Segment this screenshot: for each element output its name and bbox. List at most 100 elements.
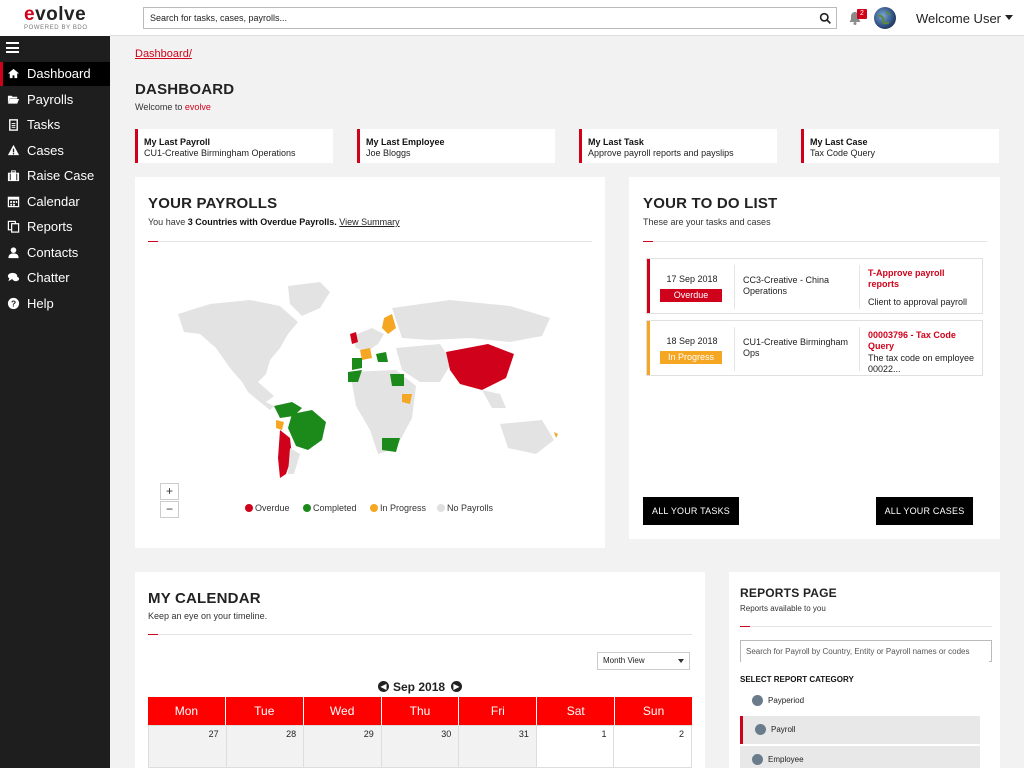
calendar-subtitle: Keep an eye on your timeline. [148, 611, 268, 621]
folder-open-icon [7, 93, 20, 106]
divider [740, 626, 992, 627]
next-month-icon[interactable]: ▶ [451, 681, 462, 692]
map-region[interactable] [288, 282, 330, 316]
evolve-logo[interactable]: evolve POWERED BY BDO [0, 0, 110, 36]
weekday-label: Mon [148, 697, 226, 725]
map-region[interactable] [392, 300, 550, 342]
chevron-down-icon [678, 659, 684, 663]
sidebar-item-label: Calendar [27, 193, 80, 209]
map-region[interactable] [482, 390, 506, 408]
calendar-day[interactable]: 2 [614, 725, 693, 768]
todo-description: Client to approval payroll [868, 297, 968, 307]
report-category-item[interactable]: Payroll [740, 716, 980, 744]
sidebar-item-calendar[interactable]: Calendar [0, 190, 110, 214]
report-category-item[interactable]: Employee [740, 746, 980, 768]
todo-date: 17 Sep 2018 [666, 274, 718, 284]
map-region[interactable] [500, 420, 554, 454]
all-cases-button[interactable]: ALL YOUR CASES [876, 497, 973, 525]
sidebar-item-tasks[interactable]: Tasks [0, 113, 110, 137]
divider [643, 241, 987, 242]
sidebar-item-chatter[interactable]: Chatter [0, 266, 110, 290]
user-menu[interactable]: Welcome User [916, 11, 1001, 26]
calendar-day[interactable]: 31 [459, 725, 537, 768]
accent-line [148, 634, 158, 635]
quick-link-last-employee[interactable]: My Last Employee Joe Bloggs [357, 129, 555, 163]
map-region-in-progress[interactable] [382, 314, 396, 334]
view-summary-link[interactable]: View Summary [339, 217, 399, 227]
todo-task-link[interactable]: T-Approve payroll reports [868, 268, 978, 290]
sidebar-item-label: Cases [27, 142, 64, 158]
divider [148, 634, 692, 635]
quick-link-value: Tax Code Query [810, 148, 876, 158]
sidebar-item-contacts[interactable]: Contacts [0, 241, 110, 265]
clipboard-icon [7, 118, 20, 131]
report-search [740, 640, 992, 662]
calendar-day[interactable]: 27 [148, 725, 227, 768]
sidebar-item-cases[interactable]: Cases [0, 139, 110, 163]
prev-month-icon[interactable]: ◀ [378, 681, 389, 692]
map-region-completed[interactable] [288, 410, 326, 450]
calendar-title: MY CALENDAR [148, 590, 261, 607]
hamburger-menu-icon[interactable] [6, 42, 19, 53]
world-map[interactable] [170, 278, 570, 483]
map-region[interactable] [396, 344, 452, 382]
sidebar-item-label: Chatter [27, 270, 70, 285]
calendar-week-row: 27 28 29 30 31 1 2 [148, 725, 693, 768]
map-region-in-progress[interactable] [554, 432, 558, 438]
calendar-day[interactable]: 29 [304, 725, 382, 768]
map-region-completed[interactable] [390, 374, 404, 386]
sidebar-item-dashboard[interactable]: Dashboard [0, 62, 110, 86]
map-region-overdue[interactable] [446, 344, 514, 390]
warning-icon [7, 144, 20, 157]
map-region[interactable] [178, 300, 298, 402]
sidebar: Dashboard Payrolls Tasks Cases Raise Case Cal… [0, 36, 110, 768]
sidebar-item-label: Help [27, 295, 54, 311]
quick-link-last-case[interactable]: My Last Case Tax Code Query [801, 129, 999, 163]
map-region-in-progress[interactable] [276, 420, 284, 430]
search-input[interactable] [144, 8, 804, 28]
quick-link-last-payroll[interactable]: My Last Payroll CU1-Creative Birmingham … [135, 129, 333, 163]
quick-link-title: My Last Case [810, 137, 868, 147]
chevron-down-icon[interactable] [1005, 15, 1013, 20]
calendar-view-select[interactable]: Month View [597, 652, 690, 670]
map-region[interactable] [288, 448, 300, 474]
quick-link-last-task[interactable]: My Last Task Approve payroll reports and… [579, 129, 777, 163]
avatar[interactable] [874, 7, 896, 29]
todo-task-link[interactable]: 00003796 - Tax Code Query [868, 330, 978, 352]
map-region-overdue[interactable] [350, 332, 358, 344]
zoom-in-button[interactable]: + [160, 483, 179, 500]
calendar-day[interactable]: 1 [536, 725, 615, 768]
report-category-item[interactable]: Payperiod [740, 687, 980, 715]
report-category-label: Employee [768, 755, 804, 764]
all-tasks-button[interactable]: ALL YOUR TASKS [643, 497, 739, 525]
accent-line [148, 241, 158, 242]
weekday-label: Sun [615, 697, 693, 725]
report-search-input[interactable] [741, 641, 989, 662]
zoom-out-button[interactable]: − [160, 501, 179, 518]
report-category-label: Payroll [771, 725, 796, 734]
status-bar [647, 259, 650, 313]
map-region-completed[interactable] [382, 438, 400, 452]
map-region-completed[interactable] [352, 358, 362, 370]
question-circle-icon: ? [7, 297, 20, 310]
globe-icon [877, 10, 891, 25]
home-icon [7, 67, 20, 80]
todo-title: YOUR TO DO LIST [643, 195, 778, 212]
sidebar-item-help[interactable]: ? Help [0, 292, 110, 316]
sidebar-item-reports[interactable]: Reports [0, 215, 110, 239]
breadcrumb[interactable]: Dashboard/ [135, 48, 192, 60]
calendar-month-label: Sep 2018 [393, 680, 446, 694]
map-region-completed[interactable] [376, 352, 388, 362]
sidebar-item-raise-case[interactable]: Raise Case [0, 164, 110, 188]
quick-link-value: Joe Bloggs [366, 148, 411, 158]
sidebar-item-payrolls[interactable]: Payrolls [0, 88, 110, 112]
todo-item[interactable]: 18 Sep 2018 In Progress CU1-Creative Bir… [646, 320, 983, 376]
divider [859, 265, 860, 309]
calendar-day[interactable]: 30 [381, 725, 460, 768]
calendar-day[interactable]: 28 [226, 725, 305, 768]
search-icon[interactable] [819, 12, 832, 25]
user-icon [7, 246, 20, 259]
logo-tagline: POWERED BY BDO [24, 25, 88, 31]
todo-item[interactable]: 17 Sep 2018 Overdue CC3-Creative - China… [646, 258, 983, 314]
legend-no-payrolls: No Payrolls [437, 503, 493, 513]
